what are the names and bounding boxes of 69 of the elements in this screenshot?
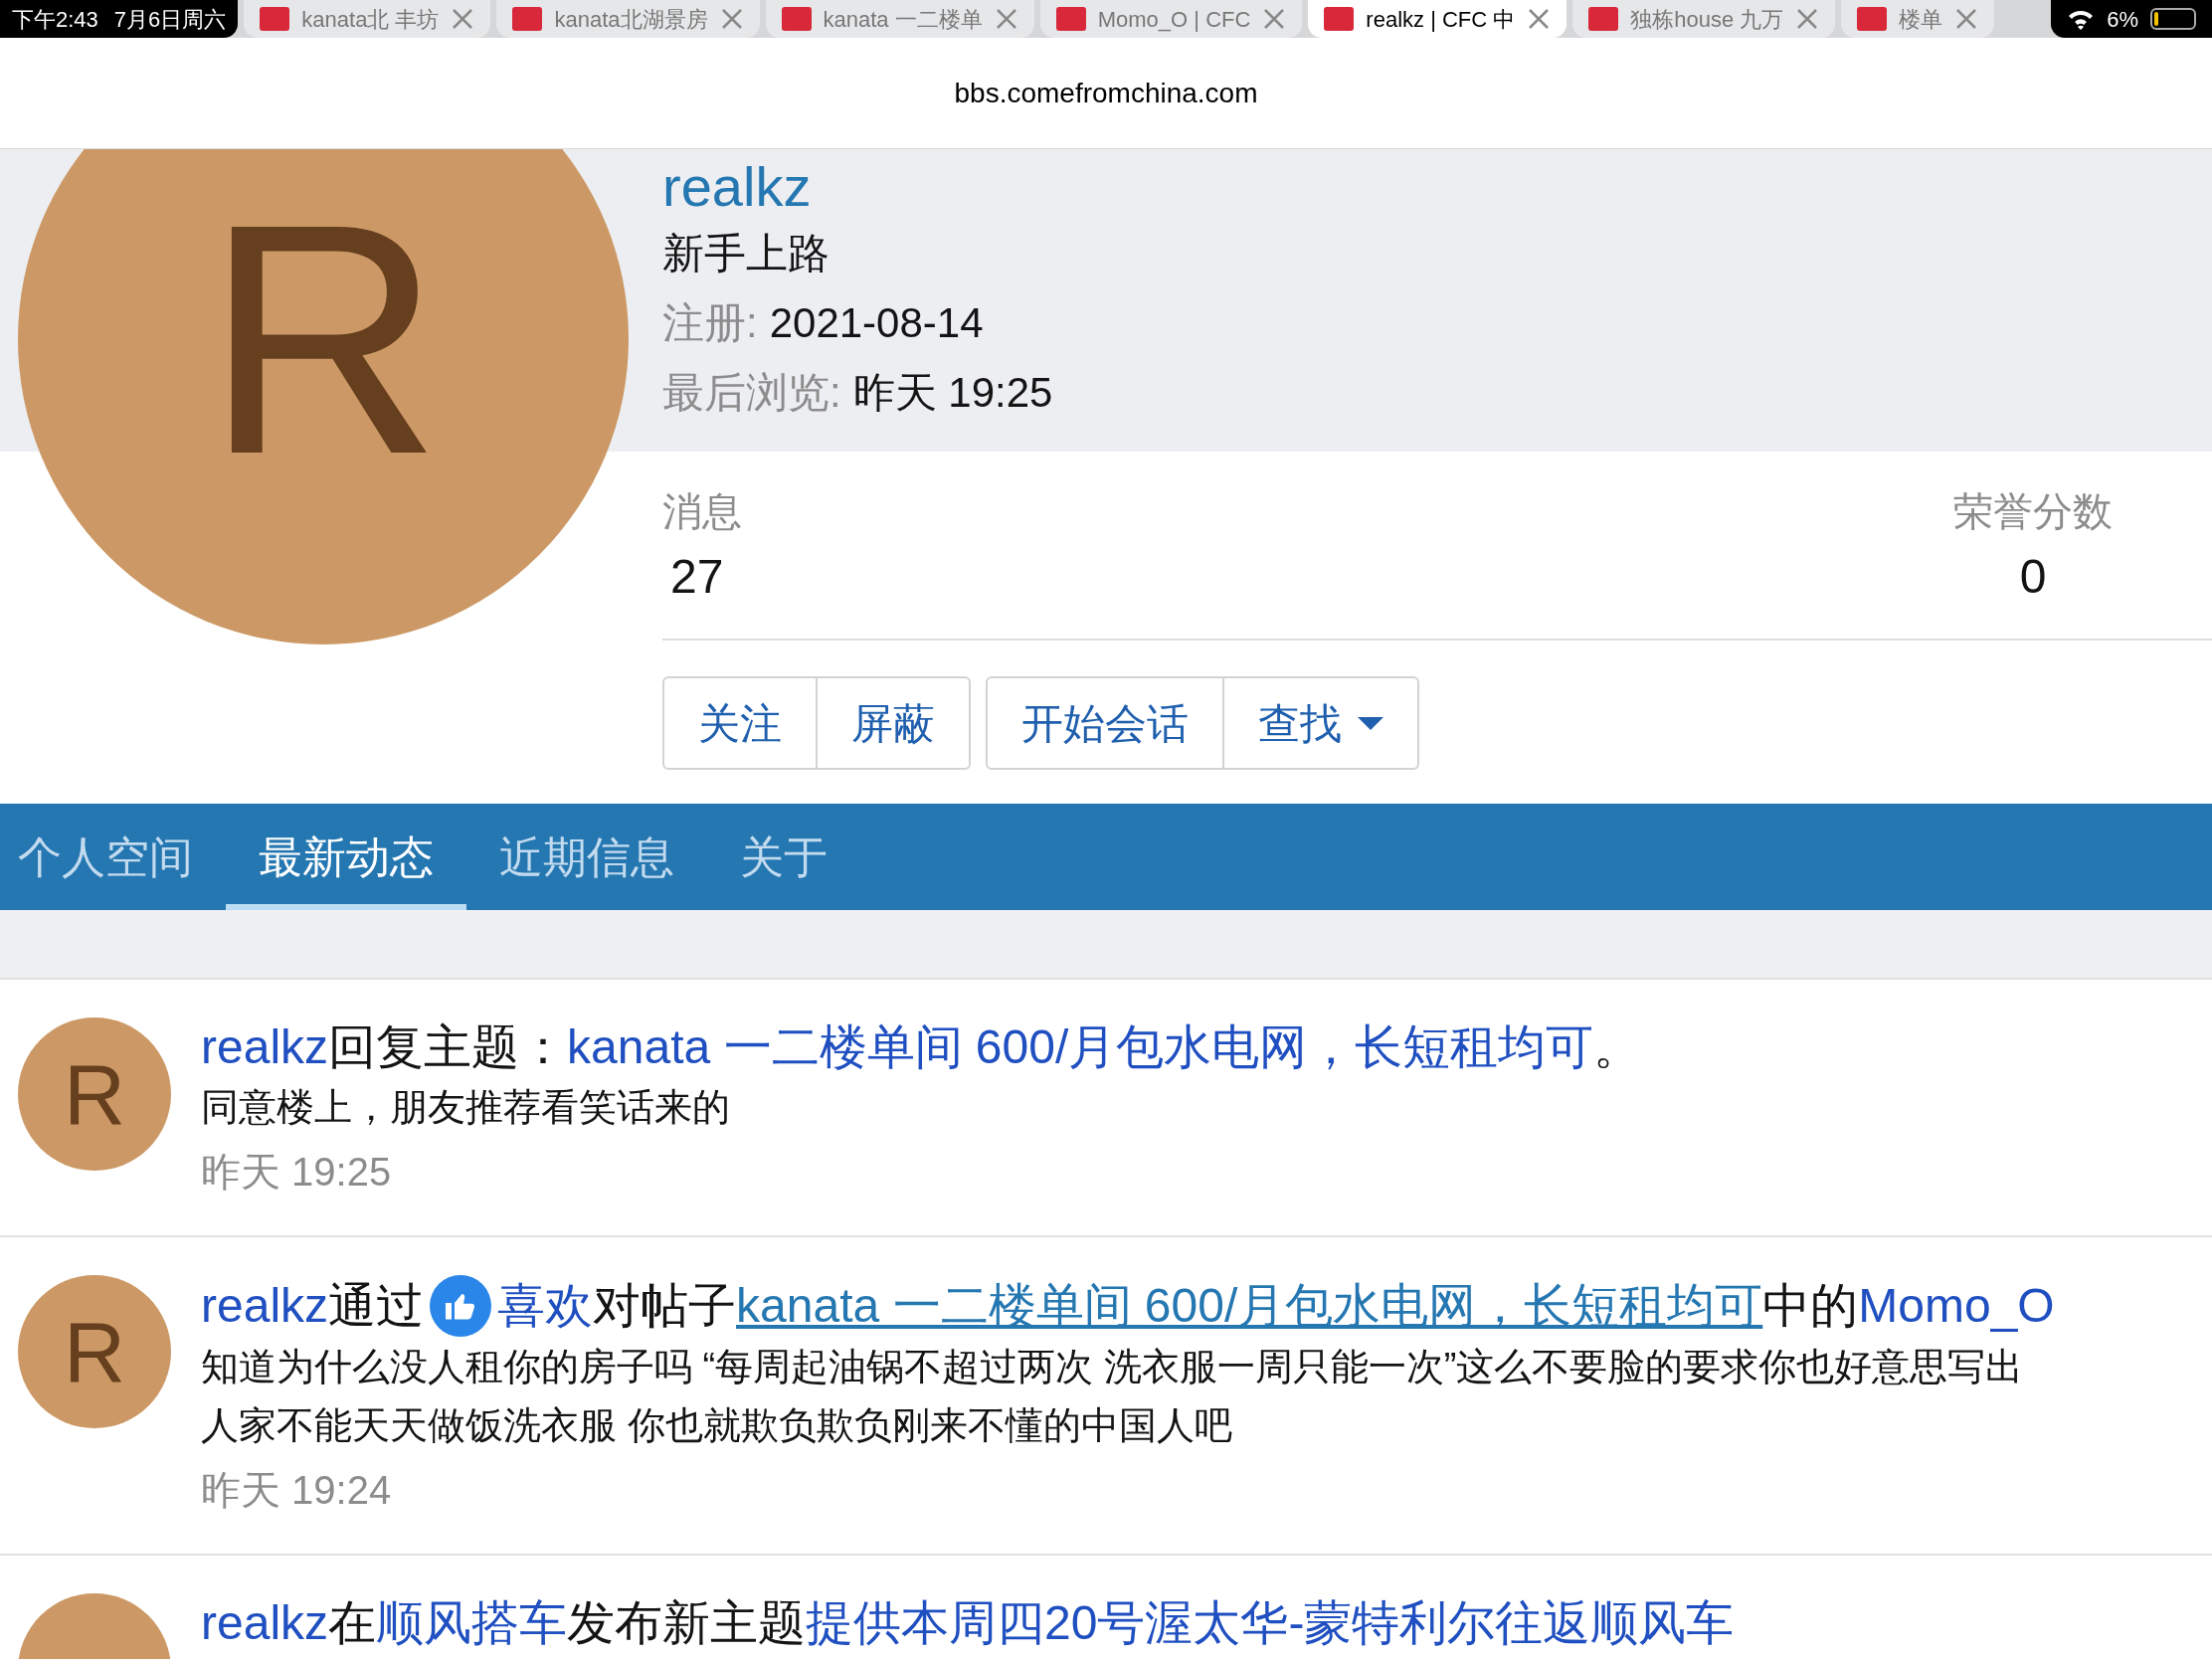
activity-text: 通过 xyxy=(328,1278,425,1334)
fact-label: 最后浏览: xyxy=(662,368,841,418)
avatar: R xyxy=(18,1275,171,1428)
avatar: R xyxy=(18,149,629,645)
site-icon xyxy=(1588,7,1619,31)
activity-text: 回复主题： xyxy=(328,1019,568,1075)
browser-tab[interactable]: realkz | CFC 中 xyxy=(1308,0,1567,38)
fact-label: 注册: xyxy=(662,298,758,348)
site-icon xyxy=(1055,7,1086,31)
site-icon xyxy=(781,7,812,31)
activity-link[interactable]: Momo_O xyxy=(1858,1276,2055,1336)
profile-button[interactable]: 查找 xyxy=(1224,676,1419,770)
browser-tab[interactable]: kanata 一二楼单 xyxy=(765,0,1034,38)
username: realkz xyxy=(662,155,813,219)
avatar: R xyxy=(18,1017,171,1171)
close-icon[interactable] xyxy=(994,7,1018,31)
status-date: 7月6日周六 xyxy=(113,5,227,34)
post-time: 昨天 19:24 xyxy=(201,1467,393,1514)
activity-link[interactable]: 提供本周四20号渥太华-蒙特利尔往返顺风车 xyxy=(806,1593,1735,1653)
url-text[interactable]: bbs.comefromchina.com xyxy=(954,72,1258,114)
profile-button[interactable]: 开始会话 xyxy=(986,676,1224,770)
profile-tab[interactable]: 关于 xyxy=(707,804,860,910)
close-icon[interactable] xyxy=(719,7,744,31)
post-excerpt: 同意楼上，朋友推荐看笑话来的 xyxy=(201,1085,731,1130)
profile-tab[interactable]: 近期信息 xyxy=(466,804,707,910)
activity-text: 中的 xyxy=(1762,1278,1859,1334)
caret-icon xyxy=(1358,716,1383,730)
battery-level: 6% xyxy=(2107,5,2138,34)
site-icon xyxy=(1324,7,1355,31)
battery-icon xyxy=(2150,8,2196,30)
close-icon[interactable] xyxy=(1527,7,1552,31)
fact-value: 2021-08-14 xyxy=(769,298,984,348)
browser-tab[interactable]: 独栋house 九万 xyxy=(1572,0,1836,38)
post-excerpt: 知道为什么没人租你的房子吗 “每周起油锅不超过两次 洗衣服一周只能一次”这么不要脸的要求你也好意思写出 xyxy=(201,1345,2025,1389)
activity-link[interactable]: kanata 一二楼单间 600/月包水电网，长短租均可 xyxy=(567,1017,1594,1077)
fact-value: 昨天 19:25 xyxy=(852,368,1053,418)
close-icon[interactable] xyxy=(1795,7,1820,31)
profile-tab[interactable]: 个人空间 xyxy=(0,804,226,910)
profile-button[interactable]: 屏蔽 xyxy=(818,676,971,770)
activity-link[interactable]: realkz xyxy=(201,1017,329,1077)
browser-tab[interactable]: Momo_O | CFC xyxy=(1039,0,1303,38)
post-time: 昨天 19:25 xyxy=(201,1149,393,1196)
activity-text: 。 xyxy=(1593,1019,1642,1075)
activity-text: 对帖子 xyxy=(593,1278,737,1334)
site-icon xyxy=(512,7,543,31)
activity-link[interactable]: 顺风搭车 xyxy=(376,1593,568,1653)
close-icon[interactable] xyxy=(451,7,475,31)
close-icon[interactable] xyxy=(1954,7,1979,31)
activity-link[interactable]: realkz xyxy=(201,1276,329,1336)
stat-value: 27 xyxy=(669,549,724,605)
wifi-icon xyxy=(2067,8,2096,30)
close-icon[interactable] xyxy=(1262,7,1287,31)
browser-tab[interactable]: kanata北湖景房 xyxy=(496,0,760,38)
user-rank: 新手上路 xyxy=(662,229,830,278)
site-icon xyxy=(260,7,290,31)
post-excerpt: 人家不能天天做饭洗衣服 你也就欺负欺负刚来不懂的中国人吧 xyxy=(201,1403,1233,1448)
activity-text: 发布新主题 xyxy=(567,1595,807,1651)
stat-value: 0 xyxy=(2019,549,2047,605)
status-time: 下午2:43 xyxy=(12,5,98,34)
browser-tab[interactable]: 楼单 xyxy=(1841,0,1995,38)
profile-button[interactable]: 关注 xyxy=(662,676,818,770)
activity-link[interactable]: 喜欢 xyxy=(497,1276,594,1336)
browser-tab[interactable]: kanata北 丰坊 xyxy=(244,0,491,38)
activity-text: 在 xyxy=(328,1595,377,1651)
stat-label: 消息 xyxy=(662,488,742,535)
stat-label: 荣誉分数 xyxy=(1953,488,2113,535)
activity-link[interactable]: realkz xyxy=(201,1593,329,1653)
site-icon xyxy=(1857,7,1888,31)
post-link[interactable]: kanata 一二楼单间 600/月包水电网，长短租均可 xyxy=(736,1276,1763,1336)
